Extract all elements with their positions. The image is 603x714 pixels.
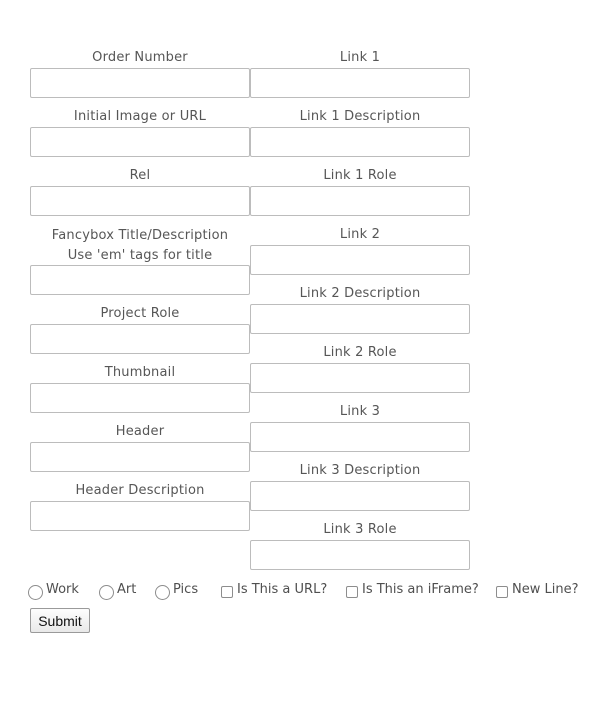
link-3-input[interactable] [250,422,470,452]
order-number-label: Order Number [92,50,188,65]
new-line-checkbox[interactable] [496,585,508,598]
header-label: Header [115,424,165,439]
right-column: Link 1 Link 1 Description Link 1 Role Li… [250,49,470,580]
pics-radio[interactable] [155,584,170,600]
header-input[interactable] [30,442,250,472]
art-radio-label: Art [117,582,137,597]
checkbox-option-iframe[interactable]: Is This an iFrame? [346,580,479,600]
pics-radio-label: Pics [173,582,199,597]
link-3-description-label: Link 3 Description [299,463,421,478]
project-role-label: Project Role [100,306,180,321]
thumbnail-label: Thumbnail [104,365,176,380]
link-1-role-input[interactable] [250,186,470,216]
fancybox-title-label-hint: Use 'em' tags for title [67,248,213,263]
project-role-input[interactable] [30,324,250,354]
fancybox-title-label: Fancybox Title/Description Use 'em' tags… [30,226,250,265]
new-line-checkbox-label: New Line? [512,582,579,597]
link-1-description-label: Link 1 Description [299,109,421,124]
work-radio[interactable] [28,584,43,600]
header-description-label: Header Description [75,483,205,498]
link-1-label: Link 1 [339,50,381,65]
link-2-role-input[interactable] [250,363,470,393]
link-3-label: Link 3 [339,404,381,419]
art-radio[interactable] [99,584,114,600]
link-3-role-label: Link 3 Role [323,522,397,537]
is-url-checkbox-label: Is This a URL? [237,582,328,597]
link-2-input[interactable] [250,245,470,275]
radio-option-work[interactable]: Work [28,580,79,600]
thumbnail-input[interactable] [30,383,250,413]
submit-button[interactable]: Submit [30,608,90,633]
radio-option-art[interactable]: Art [99,580,136,600]
left-column: Order Number Initial Image or URL Rel Fa… [30,49,250,541]
link-1-role-label: Link 1 Role [323,168,397,183]
link-2-label: Link 2 [339,227,381,242]
rel-label: Rel [129,168,151,183]
order-number-input[interactable] [30,68,250,98]
link-3-description-input[interactable] [250,481,470,511]
header-description-input[interactable] [30,501,250,531]
initial-image-url-input[interactable] [30,127,250,157]
link-2-description-label: Link 2 Description [299,286,421,301]
checkbox-option-new-line[interactable]: New Line? [496,580,578,600]
radio-option-pics[interactable]: Pics [155,580,198,600]
category-options-row: Work Art Pics Is This a URL? Is This an … [28,580,603,602]
link-2-role-label: Link 2 Role [323,345,397,360]
work-radio-label: Work [46,582,79,597]
fancybox-title-label-main: Fancybox Title/Description [51,228,229,243]
is-iframe-checkbox-label: Is This an iFrame? [362,582,479,597]
initial-image-url-label: Initial Image or URL [73,109,207,124]
link-1-input[interactable] [250,68,470,98]
link-1-description-input[interactable] [250,127,470,157]
fancybox-title-input[interactable] [30,265,250,295]
rel-input[interactable] [30,186,250,216]
link-2-description-input[interactable] [250,304,470,334]
is-url-checkbox[interactable] [221,585,233,598]
checkbox-option-url[interactable]: Is This a URL? [221,580,327,600]
link-3-role-input[interactable] [250,540,470,570]
is-iframe-checkbox[interactable] [346,585,358,598]
